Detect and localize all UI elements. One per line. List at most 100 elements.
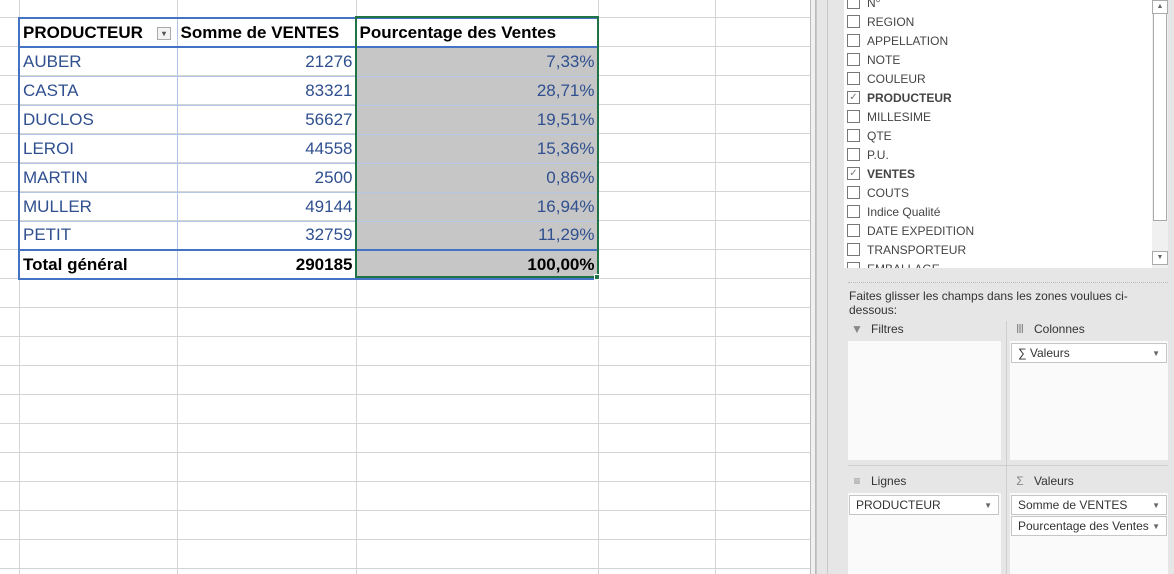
cell-producteur[interactable]: MARTIN [18, 162, 178, 193]
checkbox[interactable] [847, 148, 860, 161]
lignes-label: Lignes [871, 474, 907, 488]
field-item[interactable]: Indice Qualité [847, 202, 940, 221]
header-label: PRODUCTEUR [23, 22, 143, 42]
field-item[interactable]: TRANSPORTEUR [847, 240, 966, 259]
checkbox[interactable] [847, 72, 860, 85]
field-item[interactable]: ✓ PRODUCTEUR [847, 88, 952, 107]
filtres-header: ▼ Filtres [851, 322, 904, 336]
field-label: APPELLATION [867, 33, 949, 48]
cell-producteur[interactable]: LEROI [18, 133, 178, 164]
cell-ventes[interactable]: 49144 [176, 191, 357, 222]
cell-ventes[interactable]: 2500 [176, 162, 357, 193]
rows-icon: ≡ [853, 474, 861, 488]
cell-producteur[interactable]: CASTA [18, 75, 178, 106]
total-row: Total général 290185 100,00% [18, 249, 599, 280]
field-item[interactable]: APPELLATION [847, 31, 948, 50]
field-item[interactable]: MILLESIME [847, 107, 931, 126]
chevron-down-icon[interactable]: ▼ [1152, 522, 1160, 531]
filter-dropdown-icon[interactable]: ▾ [156, 26, 171, 40]
field-label: N° [867, 0, 881, 10]
lignes-item-producteur[interactable]: PRODUCTEUR ▼ [849, 495, 999, 515]
cell-pct[interactable]: 11,29% [355, 220, 599, 251]
colonnes-item-valeurs[interactable]: ∑ Valeurs ▼ [1011, 343, 1167, 363]
filtres-label: Filtres [871, 322, 904, 336]
field-item[interactable]: ✓ VENTES [847, 164, 915, 183]
field-item[interactable]: NOTE [847, 50, 900, 69]
header-pourcentage[interactable]: Pourcentage des Ventes [355, 17, 599, 48]
header-producteur[interactable]: PRODUCTEUR ▾ [18, 17, 178, 48]
field-label: TRANSPORTEUR [867, 242, 967, 257]
valeurs-item-somme[interactable]: Somme de VENTES ▼ [1011, 495, 1167, 515]
chip-label: Valeurs [1029, 346, 1070, 360]
checkbox[interactable] [847, 186, 860, 199]
checkbox[interactable] [847, 15, 860, 28]
scrollbar-thumb[interactable] [1153, 13, 1167, 221]
field-label: NOTE [867, 52, 901, 67]
pivot-header-row: PRODUCTEUR ▾ Somme de VENTES Pourcentage … [18, 17, 599, 48]
cell-pct[interactable]: 7,33% [355, 46, 599, 77]
checkbox[interactable] [847, 262, 860, 268]
field-label: COUTS [867, 185, 909, 200]
cell-pct[interactable]: 28,71% [355, 75, 599, 106]
checkbox[interactable] [847, 110, 860, 123]
cell-ventes[interactable]: 56627 [176, 104, 357, 135]
header-somme-ventes[interactable]: Somme de VENTES [176, 17, 357, 48]
field-label: VENTES [867, 166, 916, 181]
field-item[interactable]: P.U. [847, 145, 889, 164]
scroll-up-icon[interactable]: ▲ [1152, 0, 1168, 14]
cell-producteur[interactable]: PETIT [18, 220, 178, 251]
chip-label: Somme de VENTES [1018, 498, 1128, 512]
cell-pct[interactable]: 19,51% [355, 104, 599, 135]
field-label: Indice Qualité [867, 204, 941, 219]
field-item[interactable]: N° [847, 0, 880, 12]
checkbox[interactable] [847, 205, 860, 218]
cell-pct[interactable]: 0,86% [355, 162, 599, 193]
scroll-down-icon[interactable]: ▼ [1152, 251, 1168, 265]
cell-ventes[interactable]: 21276 [176, 46, 357, 77]
checkbox[interactable] [847, 0, 860, 9]
total-label[interactable]: Total général [18, 249, 178, 280]
field-label: COULEUR [867, 71, 926, 86]
checkbox[interactable] [847, 224, 860, 237]
cell-pct[interactable]: 15,36% [355, 133, 599, 164]
field-label: DATE EXPEDITION [867, 223, 975, 238]
cell-ventes[interactable]: 83321 [176, 75, 357, 106]
chevron-down-icon[interactable]: ▼ [1152, 501, 1160, 510]
checkbox-checked[interactable]: ✓ [847, 167, 860, 180]
chevron-down-icon[interactable]: ▼ [1152, 349, 1160, 358]
checkbox[interactable] [847, 53, 860, 66]
field-label: REGION [867, 14, 915, 29]
valeurs-item-pourcentage[interactable]: Pourcentage des Ventes ▼ [1011, 516, 1167, 536]
table-row: MULLER 49144 16,94% [18, 191, 599, 222]
cell-producteur[interactable]: MULLER [18, 191, 178, 222]
field-item[interactable]: DATE EXPEDITION [847, 221, 974, 240]
checkbox-checked[interactable]: ✓ [847, 91, 860, 104]
field-item[interactable]: QTE [847, 126, 892, 145]
zone-divider [1006, 321, 1007, 574]
sigma-icon: Σ [1016, 474, 1024, 488]
areas-hint: Faites glisser les champs dans les zones… [849, 289, 1128, 317]
field-item[interactable]: REGION [847, 12, 914, 31]
cell-producteur[interactable]: AUBER [18, 46, 178, 77]
field-item[interactable]: COUTS [847, 183, 909, 202]
cell-ventes[interactable]: 44558 [176, 133, 357, 164]
field-item[interactable]: EMBALLAGE [847, 259, 940, 268]
column-divider [715, 0, 716, 574]
filtres-zone[interactable] [848, 341, 1001, 460]
lignes-header: ≡ Lignes [851, 474, 906, 488]
cell-ventes[interactable]: 32759 [176, 220, 357, 251]
cell-producteur[interactable]: DUCLOS [18, 104, 178, 135]
fill-handle[interactable] [594, 274, 600, 280]
field-item[interactable]: COULEUR [847, 69, 926, 88]
columns-icon: Ⅲ [1015, 322, 1025, 336]
table-row: DUCLOS 56627 19,51% [18, 104, 599, 135]
total-ventes[interactable]: 290185 [176, 249, 357, 280]
total-pct[interactable]: 100,00% [355, 249, 599, 280]
chevron-down-icon[interactable]: ▼ [984, 501, 992, 510]
pivot-table: PRODUCTEUR ▾ Somme de VENTES Pourcentage … [18, 17, 599, 280]
checkbox[interactable] [847, 243, 860, 256]
checkbox[interactable] [847, 34, 860, 47]
checkbox[interactable] [847, 129, 860, 142]
divider [848, 282, 1168, 283]
cell-pct[interactable]: 16,94% [355, 191, 599, 222]
